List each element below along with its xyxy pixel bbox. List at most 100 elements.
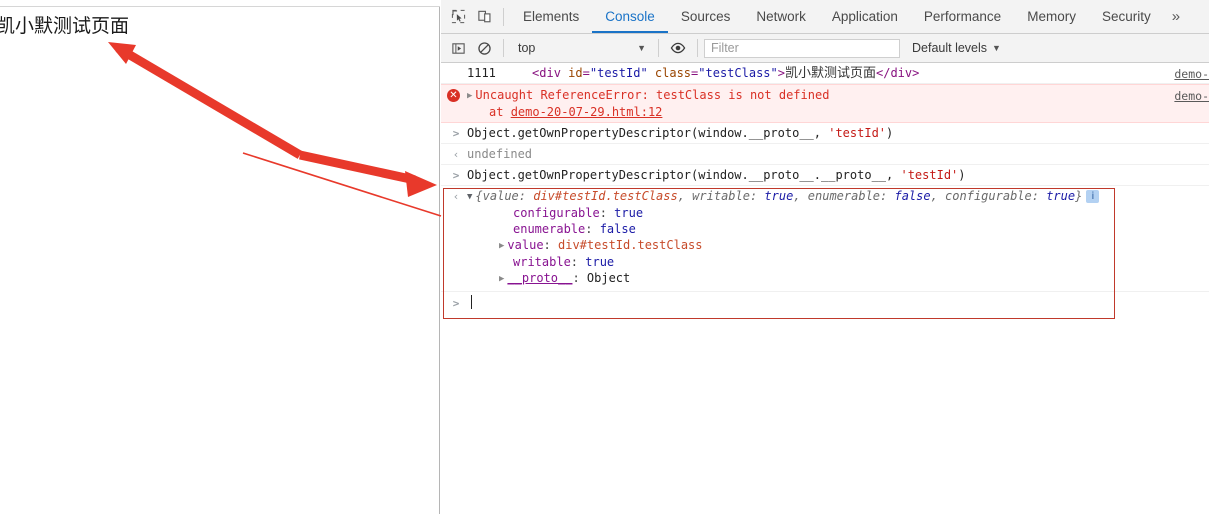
expand-triangle-icon[interactable]: ▶: [467, 88, 472, 104]
html-attr-id-name: id: [560, 66, 583, 80]
console-row-error[interactable]: ✕ ▶ Uncaught ReferenceError: testClass is…: [441, 84, 1209, 123]
console-filter-input[interactable]: Filter: [704, 38, 900, 58]
console-log-content: 1111 <div id="testId" class="testClass">…: [467, 65, 1209, 81]
tab-console[interactable]: Console: [592, 0, 668, 33]
screenshot-root: 凯小默测试页面 Elements Console Sources Network…: [0, 0, 1209, 514]
log-number: 1111: [467, 66, 496, 80]
property-key: writable: [513, 255, 571, 269]
object-property-row[interactable]: ▶ __proto__: Object: [499, 270, 1139, 287]
object-summary-mid-1: , writable:: [677, 189, 765, 203]
html-tag-name: div: [539, 66, 561, 80]
more-tabs-icon[interactable]: »: [1164, 8, 1188, 25]
property-separator: :: [570, 255, 586, 269]
inspect-cursor-icon[interactable]: [445, 4, 471, 30]
text-cursor: [471, 295, 472, 309]
error-circle-icon: ✕: [447, 89, 460, 102]
tab-security[interactable]: Security: [1089, 0, 1164, 33]
object-summary-close: }: [1075, 189, 1083, 203]
tab-elements[interactable]: Elements: [510, 0, 592, 33]
log-levels-dropdown[interactable]: Default levels ▼: [912, 41, 1001, 55]
devtools-tabbar: Elements Console Sources Network Applica…: [441, 0, 1209, 34]
object-property-row[interactable]: configurable: true: [513, 205, 1139, 221]
object-summary-mid-3: , configurable:: [930, 189, 1047, 203]
property-key: enumerable: [513, 222, 586, 236]
page-heading: 凯小默测试页面: [0, 16, 130, 37]
output-arrow-icon: ‹: [452, 190, 460, 203]
input-prompt-icon: >: [452, 127, 460, 140]
html-inner-text: 凯小默测试页面: [784, 65, 876, 80]
device-toolbar-icon[interactable]: [471, 4, 497, 30]
html-attr-id-value: "testId": [589, 66, 648, 80]
tab-memory[interactable]: Memory: [1014, 0, 1089, 33]
console-row-log[interactable]: 1111 <div id="testId" class="testClass">…: [441, 63, 1209, 84]
property-separator: :: [599, 206, 615, 220]
tab-application[interactable]: Application: [819, 0, 911, 33]
property-key: configurable: [513, 206, 600, 220]
tab-sources[interactable]: Sources: [668, 0, 744, 33]
console-prompt-input[interactable]: [467, 294, 1209, 310]
web-page-pane: 凯小默测试页面: [0, 0, 440, 514]
object-property-row[interactable]: writable: true: [513, 254, 1139, 270]
execution-context-icon[interactable]: [445, 35, 471, 61]
console-row-input[interactable]: > Object.getOwnPropertyDescriptor(window…: [441, 123, 1209, 144]
html-attr-class-value: "testClass": [698, 66, 778, 80]
console-object-content: ▼ {value: div#testId.testClass, writable:…: [467, 188, 1209, 287]
error-stack-link[interactable]: demo-20-07-29.html:12: [511, 105, 663, 119]
expand-triangle-icon[interactable]: ▶: [499, 271, 504, 287]
tab-performance[interactable]: Performance: [911, 0, 1014, 33]
html-open-close-bracket: >: [777, 66, 785, 80]
console-filter-bar: top ▼ Filter Default levels ▼: [441, 34, 1209, 63]
property-separator: :: [543, 238, 558, 252]
clear-console-icon[interactable]: [471, 35, 497, 61]
command-text-end: ): [958, 168, 966, 182]
source-link[interactable]: demo-: [1174, 88, 1209, 104]
command-string-literal: 'testId': [828, 126, 887, 140]
log-levels-label: Default levels: [912, 41, 988, 55]
property-value: false: [599, 222, 636, 236]
output-arrow-icon: ‹: [452, 148, 460, 161]
object-summary-configurable: true: [1046, 189, 1076, 203]
property-key: __proto__: [507, 271, 573, 285]
execution-context-value: top: [518, 41, 536, 55]
devtools-tab-list: Elements Console Sources Network Applica…: [510, 0, 1188, 33]
info-badge-icon[interactable]: i: [1086, 190, 1100, 203]
html-attr-class-name: class: [647, 66, 692, 80]
tab-network[interactable]: Network: [743, 0, 819, 33]
property-separator: :: [572, 271, 587, 285]
command-string-literal: 'testId': [900, 168, 959, 182]
object-property-row[interactable]: ▶ value: div#testId.testClass: [499, 237, 1139, 254]
expand-triangle-icon[interactable]: ▶: [499, 238, 504, 254]
command-text: Object.getOwnPropertyDescriptor(window._…: [467, 168, 901, 182]
input-prompt-icon: >: [452, 169, 460, 182]
live-expression-eye-icon[interactable]: [665, 35, 691, 61]
output-value: undefined: [467, 147, 533, 161]
error-stack-at: at: [489, 105, 511, 119]
devtools-panel: Elements Console Sources Network Applica…: [441, 0, 1209, 514]
chevron-down-icon: ▼: [992, 43, 1001, 53]
page-top-chrome-edge: [0, 0, 440, 7]
property-value: div#testId.testClass: [558, 238, 703, 252]
object-property-row[interactable]: enumerable: false: [513, 221, 1139, 237]
object-summary-dom-value: div#testId.testClass: [533, 189, 678, 203]
console-row-object[interactable]: ‹ ▼ {value: div#testId.testClass, writabl…: [441, 186, 1209, 291]
property-value: Object: [586, 271, 631, 285]
property-value: true: [614, 206, 644, 220]
toolbar-divider: [503, 7, 504, 26]
filterbar-divider-2: [658, 39, 659, 57]
source-link[interactable]: demo-: [1174, 66, 1209, 82]
object-summary-mid-2: , enumerable:: [793, 189, 895, 203]
object-summary-enumerable: false: [894, 189, 931, 203]
console-row-input[interactable]: > Object.getOwnPropertyDescriptor(window…: [441, 165, 1209, 186]
prompt-arrow-icon: >: [452, 297, 460, 310]
console-message-list: 1111 <div id="testId" class="testClass">…: [441, 63, 1209, 313]
html-closing-tag: </div>: [876, 66, 920, 80]
console-row-output[interactable]: ‹ undefined: [441, 144, 1209, 165]
command-text-end: ): [886, 126, 894, 140]
console-prompt-row[interactable]: >: [441, 291, 1209, 313]
property-value: true: [585, 255, 615, 269]
object-summary-writable: true: [764, 189, 794, 203]
collapse-triangle-icon[interactable]: ▼: [467, 189, 472, 205]
property-separator: :: [585, 222, 600, 236]
error-stack-line: at demo-20-07-29.html:12: [467, 104, 1139, 120]
execution-context-select[interactable]: top ▼: [510, 38, 652, 58]
